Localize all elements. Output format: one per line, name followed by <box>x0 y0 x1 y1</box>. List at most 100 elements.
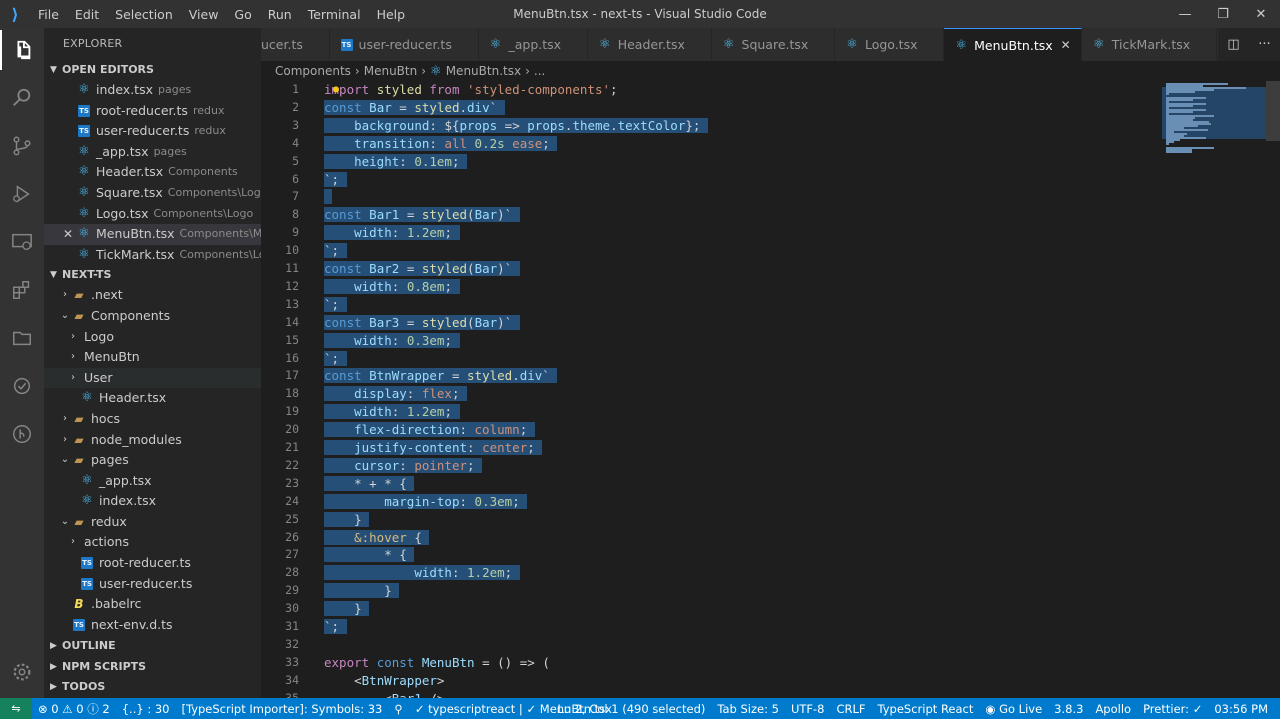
tree-item[interactable]: TS next-env.d.ts <box>44 615 261 636</box>
tree-item[interactable]: › ▰ node_modules <box>44 430 261 451</box>
editor-tab[interactable]: ucer.ts <box>261 28 330 61</box>
breadcrumb-item[interactable]: Components <box>275 64 351 78</box>
open-editor-item[interactable]: ⚛ Logo.tsx Components\Logo <box>44 204 261 225</box>
ts-version[interactable]: 3.8.3 <box>1048 702 1089 716</box>
line-ending[interactable]: CRLF <box>830 702 871 716</box>
breadcrumb-item[interactable]: MenuBtn.tsx <box>446 64 521 78</box>
breadcrumb-item[interactable]: MenuBtn <box>364 64 418 78</box>
minimap[interactable] <box>1162 81 1266 153</box>
tree-item-label: actions <box>84 534 129 550</box>
outline-header[interactable]: ▶ OUTLINE <box>44 636 261 656</box>
remote-icon[interactable]: ⇋ <box>0 698 32 719</box>
remote-explorer-icon[interactable] <box>0 222 44 262</box>
open-editor-item[interactable]: TS user-reducer.ts redux <box>44 121 261 142</box>
editor-tab[interactable]: ⚛ Header.tsx <box>587 28 712 61</box>
run-debug-icon[interactable] <box>0 174 44 214</box>
code-line: 2 const Bar = styled.div` <box>261 99 1141 117</box>
tree-item[interactable]: › actions <box>44 532 261 553</box>
code-line: 32 <box>261 636 1141 654</box>
search-icon[interactable] <box>0 78 44 118</box>
tree-item[interactable]: TS user-reducer.ts <box>44 574 261 595</box>
editor-tab[interactable]: ⚛ TickMark.tsx <box>1081 28 1217 61</box>
todos-header[interactable]: ▶ TODOS <box>44 677 261 697</box>
tree-item[interactable]: ⌄ ▰ Components <box>44 306 261 327</box>
menu-item-selection[interactable]: Selection <box>107 7 181 22</box>
explorer-icon[interactable] <box>0 30 44 70</box>
tree-item-label: MenuBtn <box>84 349 140 365</box>
open-editor-item[interactable]: ⚛ _app.tsx pages <box>44 142 261 163</box>
tree-item[interactable]: B .babelrc <box>44 594 261 615</box>
editor-tab[interactable]: ⚛ _app.tsx <box>478 28 588 61</box>
open-editor-item[interactable]: ⚛ Square.tsx Components\Logo <box>44 183 261 204</box>
folder-open-icon: ▰ <box>74 308 84 323</box>
tree-item[interactable]: ⌄ ▰ pages <box>44 450 261 471</box>
open-editors-header[interactable]: ▼ OPEN EDITORS <box>44 60 261 80</box>
breadcrumb-item[interactable]: ... <box>534 64 545 78</box>
open-editor-item[interactable]: ⚛ index.tsx pages <box>44 80 261 101</box>
menu-item-help[interactable]: Help <box>369 7 414 22</box>
scrollbar[interactable] <box>1266 81 1280 698</box>
tree-item[interactable]: › User <box>44 367 261 389</box>
editor-tab[interactable]: ⚛ Logo.tsx <box>834 28 945 61</box>
menu-item-terminal[interactable]: Terminal <box>300 7 369 22</box>
menu-item-run[interactable]: Run <box>260 7 300 22</box>
maximize-icon[interactable]: ❐ <box>1204 0 1242 28</box>
prettier-status[interactable]: Prettier: ✓ <box>1137 702 1208 716</box>
tree-item-label: user-reducer.ts <box>99 575 193 591</box>
close-tab-icon[interactable]: ✕ <box>1061 38 1071 52</box>
editor-tab[interactable]: TS user-reducer.ts <box>329 28 479 61</box>
menu-item-edit[interactable]: Edit <box>67 7 107 22</box>
code-line: 16 `; <box>261 350 1141 368</box>
apollo-status[interactable]: Apollo <box>1089 702 1137 716</box>
settings-gear-icon[interactable] <box>0 652 44 692</box>
typescript-file-icon: TS <box>81 557 93 570</box>
source-control-icon[interactable] <box>0 126 44 166</box>
symbols-count[interactable]: {..} : 30 <box>116 702 176 716</box>
npm-scripts-header[interactable]: ▶ NPM SCRIPTS <box>44 657 261 677</box>
close-icon[interactable]: ✕ <box>1242 0 1280 28</box>
ts-importer-status[interactable]: [TypeScript Importer]: Symbols: 33 <box>175 702 388 716</box>
open-editor-item[interactable]: TS root-reducer.ts redux <box>44 101 261 122</box>
cursor-position[interactable]: Ln 2, Col 1 (490 selected) <box>551 702 711 716</box>
split-editor-icon[interactable]: ◫ <box>1227 37 1239 52</box>
close-icon[interactable]: ✕ <box>63 224 73 245</box>
more-actions-icon[interactable]: ··· <box>1258 37 1270 52</box>
lightbulb-icon[interactable]: ● <box>333 84 343 95</box>
menu-item-file[interactable]: File <box>30 7 67 22</box>
tree-item[interactable]: › ▰ hocs <box>44 409 261 430</box>
git-icon[interactable]: ⚲ <box>388 702 408 716</box>
code-line: 30 } <box>261 600 1141 618</box>
project-header[interactable]: ▼ NEXT-TS <box>44 265 261 285</box>
open-editor-item[interactable]: ⚛ TickMark.tsx Components\Logo <box>44 245 261 266</box>
language-mode[interactable]: TypeScript React <box>872 702 980 716</box>
tree-item[interactable]: ⚛ index.tsx <box>44 491 261 512</box>
chevron-right-icon: ▶ <box>50 661 57 672</box>
tree-item[interactable]: › ▰ .next <box>44 285 261 306</box>
tree-item[interactable]: ⌄ ▰ redux <box>44 512 261 533</box>
extensions-icon[interactable] <box>0 270 44 310</box>
minimize-icon[interactable]: — <box>1166 0 1204 28</box>
tree-item[interactable]: ⚛ _app.tsx <box>44 471 261 492</box>
line-number: 20 <box>285 422 299 437</box>
open-editor-item[interactable]: ⚛ Header.tsx Components <box>44 162 261 183</box>
code-editor[interactable]: 1 import styled from 'styled-components';… <box>261 81 1280 698</box>
go-live-button[interactable]: ◉ Go Live <box>979 702 1048 716</box>
menu-item-view[interactable]: View <box>181 7 227 22</box>
tree-item[interactable]: TS root-reducer.ts <box>44 553 261 574</box>
react-file-icon: ⚛ <box>489 37 502 52</box>
git-graph-icon[interactable] <box>0 414 44 454</box>
menu-item-go[interactable]: Go <box>226 7 259 22</box>
test-icon[interactable] <box>0 366 44 406</box>
tree-item[interactable]: ⚛ Header.tsx <box>44 388 261 409</box>
problems-indicator[interactable]: ⊗ 0 ⚠ 0 ⓘ 2 <box>32 701 116 717</box>
editor-tab[interactable]: ⚛ MenuBtn.tsx ✕ <box>944 28 1082 61</box>
folder-icon[interactable] <box>0 318 44 358</box>
tree-item[interactable]: › Logo <box>44 327 261 348</box>
encoding[interactable]: UTF-8 <box>785 702 831 716</box>
editor-tab[interactable]: ⚛ Square.tsx <box>711 28 835 61</box>
scrollbar-thumb[interactable] <box>1266 81 1280 141</box>
tree-item[interactable]: › MenuBtn <box>44 347 261 368</box>
code-line: 24 margin-top: 0.3em; <box>261 493 1141 511</box>
open-editor-item[interactable]: ✕ ⚛ MenuBtn.tsx Components\Me... <box>44 224 261 245</box>
tab-size[interactable]: Tab Size: 5 <box>711 702 785 716</box>
